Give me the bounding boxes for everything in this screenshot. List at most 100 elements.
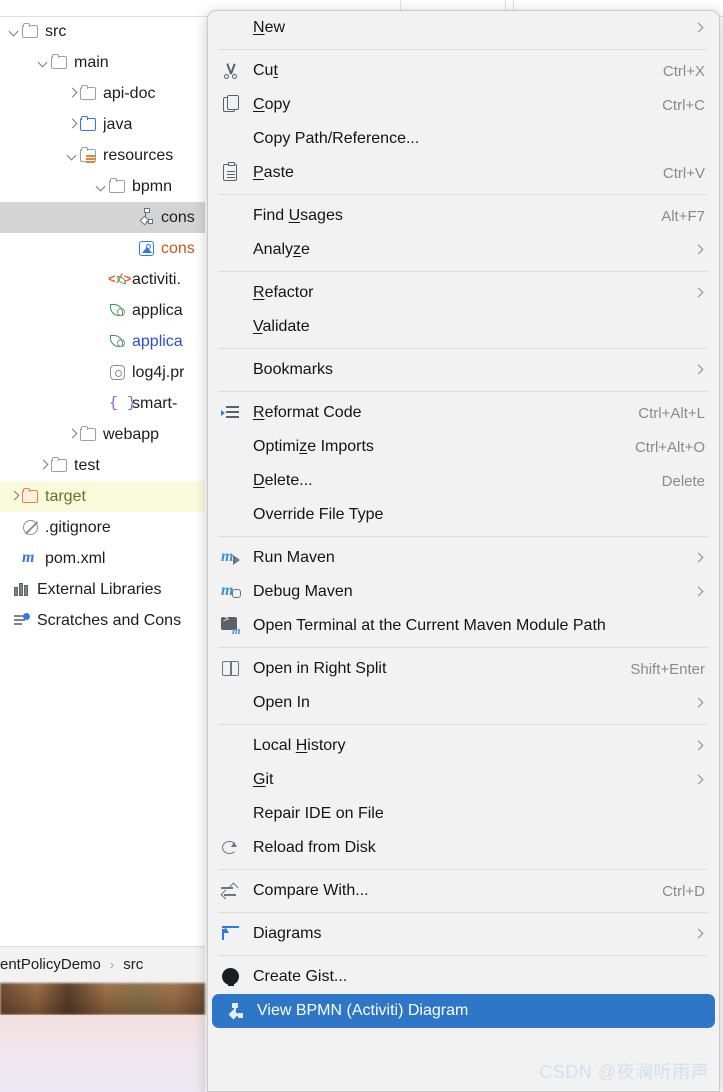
menu-item-validate[interactable]: Validate — [208, 310, 719, 344]
menu-item-copy[interactable]: Copy Ctrl+C — [208, 88, 719, 122]
arrow-placeholder — [95, 397, 108, 410]
tree-row[interactable]: External Libraries — [0, 574, 205, 605]
tree-row[interactable]: test — [0, 450, 205, 481]
menu-item-git[interactable]: Git — [208, 763, 719, 797]
tree-item-icon: m — [22, 549, 35, 566]
expand-arrow-icon[interactable] — [8, 490, 21, 503]
menu-item-compare-with[interactable]: Compare With... Ctrl+D — [208, 874, 719, 908]
context-menu[interactable]: New Cut Ctrl+X Copy Ctrl+C Copy Path/Referenc… — [207, 10, 720, 1092]
tree-row[interactable]: java — [0, 109, 205, 140]
scissors-icon — [219, 60, 243, 82]
tree-row[interactable]: log4j.pr — [0, 357, 205, 388]
chevron-right-icon — [693, 697, 705, 709]
tree-item-label: smart- — [132, 394, 178, 412]
menu-item-label: Open Terminal at the Current Maven Modul… — [253, 617, 606, 634]
arrow-placeholder — [8, 552, 21, 565]
tree-row[interactable]: target — [0, 481, 205, 512]
chevron-right-icon — [693, 774, 705, 786]
tree-item-label: webapp — [103, 425, 160, 443]
compare-icon — [219, 880, 243, 902]
menu-item-shortcut: Ctrl+X — [662, 62, 705, 80]
maven-run-icon: m — [219, 547, 243, 569]
menu-item-create-gist[interactable]: Create Gist... — [208, 960, 719, 994]
none — [219, 239, 243, 261]
menu-item-diagrams[interactable]: Diagrams — [208, 917, 719, 951]
menu-item-label: Cut — [253, 62, 278, 79]
none — [219, 436, 243, 458]
tree-row[interactable]: cons — [0, 233, 205, 264]
menu-item-run-maven[interactable]: m Run Maven — [208, 541, 719, 575]
menu-item-paste[interactable]: Paste Ctrl+V — [208, 156, 719, 190]
menu-item-repair-ide-on-file[interactable]: Repair IDE on File — [208, 797, 719, 831]
tree-row[interactable]: bpmn — [0, 171, 205, 202]
tree-item-label: java — [103, 115, 133, 133]
menu-item-shortcut: Ctrl+Alt+L — [638, 404, 705, 422]
none — [219, 504, 243, 526]
tree-item-label: External Libraries — [37, 580, 162, 598]
menu-item-reload-from-disk[interactable]: Reload from Disk — [208, 831, 719, 865]
breadcrumb[interactable]: entPolicyDemo › src — [0, 946, 205, 983]
menu-item-delete[interactable]: Delete... Delete — [208, 464, 719, 498]
expand-arrow-icon[interactable] — [66, 428, 79, 441]
menu-item-open-in[interactable]: Open In — [208, 686, 719, 720]
breadcrumb-folder[interactable]: src — [123, 956, 143, 973]
menu-item-label: Copy — [253, 96, 291, 113]
tree-item-label: api-doc — [103, 84, 156, 102]
collapse-arrow-icon[interactable] — [66, 149, 79, 162]
expand-arrow-icon[interactable] — [66, 118, 79, 131]
tree-row[interactable]: resources — [0, 140, 205, 171]
tree-item-label: resources — [103, 146, 174, 164]
collapse-arrow-icon[interactable] — [95, 180, 108, 193]
tree-item-icon — [79, 84, 98, 103]
diagrams-icon — [219, 923, 243, 945]
tree-item-icon — [50, 53, 69, 72]
menu-separator — [219, 194, 708, 195]
menu-item-view-bpmn-activiti-diagram[interactable]: View BPMN (Activiti) Diagram — [212, 994, 715, 1028]
menu-item-find-usages[interactable]: Find Usages Alt+F7 — [208, 199, 719, 233]
paste-icon — [219, 162, 243, 184]
menu-item-open-terminal-at-the-current-maven-module-path[interactable]: m Open Terminal at the Current Maven Modu… — [208, 609, 719, 643]
tree-row[interactable]: webapp — [0, 419, 205, 450]
none — [219, 17, 243, 39]
menu-item-reformat-code[interactable]: Reformat Code Ctrl+Alt+L — [208, 396, 719, 430]
tree-item-icon: </> — [108, 272, 132, 287]
expand-arrow-icon[interactable] — [37, 459, 50, 472]
none — [219, 316, 243, 338]
tree-row[interactable]: </> activiti. — [0, 264, 205, 295]
menu-item-cut[interactable]: Cut Ctrl+X — [208, 54, 719, 88]
menu-item-label: Delete... — [253, 472, 313, 489]
collapse-arrow-icon[interactable] — [37, 56, 50, 69]
tree-row[interactable]: cons — [0, 202, 205, 233]
menu-item-debug-maven[interactable]: m Debug Maven — [208, 575, 719, 609]
menu-item-copy-path-reference[interactable]: Copy Path/Reference... — [208, 122, 719, 156]
menu-item-label: Local History — [253, 737, 346, 754]
tree-row[interactable]: applica — [0, 295, 205, 326]
menu-item-analyze[interactable]: Analyze — [208, 233, 719, 267]
tree-item-icon — [137, 239, 156, 258]
menu-item-local-history[interactable]: Local History — [208, 729, 719, 763]
menu-item-label: Optimize Imports — [253, 438, 374, 455]
tree-row[interactable]: m pom.xml — [0, 543, 205, 574]
breadcrumb-project[interactable]: entPolicyDemo — [0, 956, 101, 973]
tree-row[interactable]: { } smart- — [0, 388, 205, 419]
collapse-arrow-icon[interactable] — [8, 25, 21, 38]
tree-row[interactable]: main — [0, 47, 205, 78]
menu-item-open-in-right-split[interactable]: Open in Right Split Shift+Enter — [208, 652, 719, 686]
reload-icon — [219, 837, 243, 859]
menu-item-new[interactable]: New — [208, 11, 719, 45]
expand-arrow-icon[interactable] — [66, 87, 79, 100]
menu-item-override-file-type[interactable]: Override File Type — [208, 498, 719, 532]
tree-row[interactable]: api-doc — [0, 78, 205, 109]
tree-row[interactable]: .gitignore — [0, 512, 205, 543]
menu-item-bookmarks[interactable]: Bookmarks — [208, 353, 719, 387]
tree-row[interactable]: applica — [0, 326, 205, 357]
menu-separator — [219, 869, 708, 870]
tree-row[interactable]: src — [0, 16, 205, 47]
menu-item-refactor[interactable]: Refactor — [208, 276, 719, 310]
menu-item-optimize-imports[interactable]: Optimize Imports Ctrl+Alt+O — [208, 430, 719, 464]
tree-row[interactable]: Scratches and Cons — [0, 605, 205, 636]
menu-item-label: Repair IDE on File — [253, 805, 384, 822]
tree-item-icon — [137, 208, 156, 227]
project-tree[interactable]: src main api-doc java resources bpmn cons cons <… — [0, 16, 205, 636]
tree-item-label: applica — [132, 301, 183, 319]
